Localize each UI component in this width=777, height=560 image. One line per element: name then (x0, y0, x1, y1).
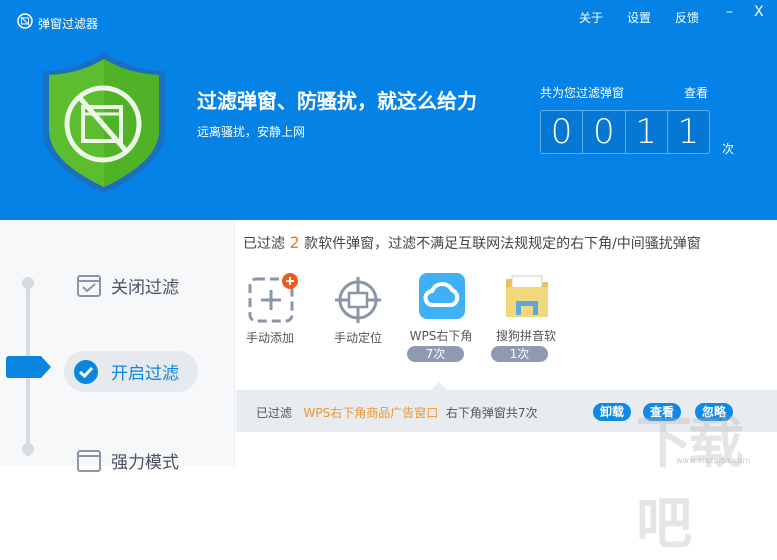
check-circle-icon (74, 359, 98, 384)
settings-link[interactable]: 设置 (627, 9, 651, 26)
app-item-sogou[interactable]: 搜狗拼音软 1次 (486, 273, 566, 362)
watermark-url: www.xiazaiba.com (676, 456, 751, 465)
add-icon (248, 273, 298, 323)
counter-digit: 0 (541, 111, 584, 153)
counter-label: 共为您过滤弹窗 (540, 86, 625, 100)
app-label: WPS右下角 (409, 329, 473, 343)
mode-strong[interactable]: 强力模式 (77, 448, 179, 473)
detail-text: 已过滤 WPS右下角商品广告窗口 右下角弹窗共7次 (256, 404, 537, 421)
mode-label: 强力模式 (111, 453, 179, 473)
shield-icon (43, 53, 165, 193)
mode-off[interactable]: 关闭过滤 (77, 273, 179, 298)
summary-suffix: 款软件弹窗，过滤不满足互联网法规规定的右下角/中间骚扰弹窗 (299, 236, 701, 252)
detail-suffix: 右下角弹窗共7次 (445, 406, 538, 420)
summary-count: 2 (289, 233, 300, 252)
detail-caret (431, 382, 447, 390)
folder-icon (506, 275, 548, 317)
counter-digit: 0 (583, 111, 626, 153)
counter-digit: 1 (677, 112, 700, 152)
feedback-link[interactable]: 反馈 (675, 9, 699, 26)
window-lines-icon (77, 449, 101, 472)
header: 弹窗过滤器 关于 设置 反馈 – X 过滤弹窗、防骚扰，就这么给力 远离骚扰，安… (0, 0, 777, 220)
manual-add-tool[interactable]: 手动添加 (230, 273, 310, 346)
subline: 远离骚扰，安静上网 (197, 125, 306, 139)
app-item-wps[interactable]: WPS右下角 7次 (401, 273, 481, 362)
minimize-button[interactable]: – (726, 4, 733, 20)
headline: 过滤弹窗、防骚扰，就这么给力 (197, 89, 477, 113)
window-check-icon (77, 274, 101, 297)
detail-app-name: WPS右下角商品广告窗口 (303, 406, 439, 420)
mode-on[interactable]: 开启过滤 (64, 351, 198, 392)
watermark-logo: 下载吧 (636, 411, 744, 557)
count-badge: 7次 (407, 346, 464, 362)
slider-stop (22, 277, 34, 289)
filter-summary: 已过滤 2 款软件弹窗，过滤不满足互联网法规规定的右下角/中间骚扰弹窗 (243, 233, 701, 253)
uninstall-button[interactable]: 卸载 (593, 403, 631, 421)
mode-slider-handle[interactable] (5, 355, 52, 379)
mode-label: 关闭过滤 (111, 278, 179, 298)
counter-digit: 1 (626, 111, 668, 153)
filter-counter: 0 0 1 1 (540, 110, 710, 154)
slider-stop (22, 443, 34, 455)
view-history-link[interactable]: 查看 (684, 84, 708, 101)
crosshair-icon (335, 277, 381, 323)
manual-locate-tool[interactable]: 手动定位 (318, 273, 398, 346)
app-label: 搜狗拼音软 (495, 329, 556, 343)
detail-prefix: 已过滤 (256, 406, 293, 420)
app-title: 弹窗过滤器 (38, 17, 99, 31)
close-button[interactable]: X (754, 4, 764, 20)
counter-unit: 次 (722, 142, 735, 156)
about-link[interactable]: 关于 (579, 9, 603, 26)
count-badge: 1次 (491, 346, 548, 362)
summary-prefix: 已过滤 (243, 236, 290, 252)
tool-label: 手动添加 (245, 331, 294, 345)
app-logo-icon (17, 13, 33, 29)
main-panel: 已过滤 2 款软件弹窗，过滤不满足互联网法规规定的右下角/中间骚扰弹窗 手动添加… (236, 220, 777, 557)
tool-label: 手动定位 (333, 331, 382, 345)
cloud-icon (419, 273, 465, 319)
mode-label: 开启过滤 (111, 364, 179, 384)
mode-sidebar: 关闭过滤 开启过滤 强力模式 (0, 220, 235, 473)
